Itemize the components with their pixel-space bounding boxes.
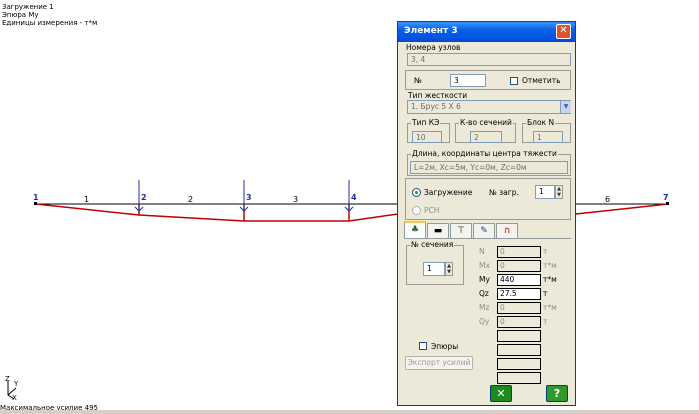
help-button[interactable]: ? (546, 385, 568, 402)
tab-support-icon[interactable]: ⊤ (450, 223, 472, 238)
section-icon: ▬ (433, 226, 443, 236)
ok-button[interactable]: ✕ (490, 385, 512, 402)
block-label: Блок N (526, 118, 556, 127)
element-label: 3 (293, 195, 298, 204)
loading-radio-label: Загружение (424, 188, 473, 197)
mark-label: Отметить (522, 76, 561, 85)
empty-cell (497, 330, 541, 342)
stiffness-label: Тип жесткости (408, 91, 468, 100)
element-label: 1 (84, 195, 89, 204)
axis-z-label: Z (5, 375, 10, 383)
chevron-down-icon[interactable]: ▼ (560, 101, 571, 113)
length-group: Длина, координаты центра тяжести L=2м, X… (407, 149, 571, 176)
fe-type-group: Тип КЭ 10 (407, 118, 450, 143)
mark-checkbox[interactable] (510, 77, 518, 85)
frog-icon: ♣ (410, 225, 420, 235)
force-name: My (479, 275, 490, 284)
sections-count-group: К-во сечений 2 (455, 118, 516, 143)
tab-vector-icon[interactable]: ✎ (473, 223, 495, 238)
loading-radio[interactable] (412, 188, 421, 197)
force-value: 0 (497, 246, 541, 258)
loading-group: Загружение № загр. 1 ▲ ▼ РСН (405, 178, 571, 220)
section-label: № сечения (410, 240, 455, 249)
number-label: № (414, 76, 422, 85)
force-value: 440 (497, 274, 541, 286)
epures-label: Эпюры (431, 342, 459, 351)
section-spinner[interactable]: ▲ ▼ (445, 262, 453, 276)
node-numbers-field: 3, 4 (407, 53, 571, 66)
axis-y-label: Y (13, 380, 19, 388)
node-numbers-label: Номера узлов (405, 43, 462, 52)
dialog-title: Элемент 3 (404, 26, 458, 36)
magnet-icon: ∩ (503, 226, 511, 236)
force-unit: т*м (543, 275, 557, 284)
section-group: № сечения 1 ▲ ▼ (406, 240, 464, 285)
sections-count-field: 2 (470, 131, 502, 143)
node-marker (666, 202, 669, 205)
empty-cell (497, 358, 541, 370)
fe-type-field: 10 (412, 131, 442, 143)
close-button[interactable]: ✕ (556, 24, 571, 39)
epures-checkbox[interactable] (419, 342, 427, 350)
vector-icon: ✎ (480, 226, 488, 236)
fe-type-label: Тип КЭ (411, 118, 441, 127)
node-label: 2 (141, 193, 147, 202)
status-strip (0, 410, 699, 414)
force-value: 0 (497, 260, 541, 272)
force-value: 0 (497, 316, 541, 328)
block-field: 1 (533, 131, 563, 143)
export-button[interactable]: Экспорт усилий (405, 356, 473, 370)
rsn-radio[interactable] (412, 206, 421, 215)
node-label: 7 (663, 193, 669, 202)
tab-separator (404, 238, 571, 239)
force-name: N (479, 247, 485, 256)
axis-triad: Z Y X (5, 375, 19, 402)
force-name: Mz (479, 303, 490, 312)
force-unit: т (543, 289, 548, 298)
empty-cell (497, 344, 541, 356)
force-value: 0 (497, 302, 541, 314)
load-arrows (134, 180, 354, 212)
node-label: 3 (246, 193, 252, 202)
node-marker (34, 202, 37, 205)
model-canvas[interactable]: 1 2 3 4 7 1 2 3 6 Z Y X (0, 0, 699, 414)
load-no-input[interactable]: 1 (535, 185, 555, 199)
tab-frog-icon[interactable]: ♣ (404, 221, 426, 239)
force-name: Qy (479, 317, 490, 326)
dialog-titlebar[interactable]: Элемент 3 ✕ (398, 22, 575, 42)
sections-count-label: К-во сечений (459, 118, 513, 127)
rsn-radio-label: РСН (424, 206, 440, 215)
element-label: 2 (188, 195, 193, 204)
force-unit: т*м (543, 261, 557, 270)
load-no-spinner[interactable]: ▲ ▼ (555, 185, 563, 199)
tab-section-icon[interactable]: ▬ (427, 223, 449, 238)
block-group: Блок N 1 (522, 118, 571, 143)
force-value: 27.5 (497, 288, 541, 300)
support-icon: ⊤ (457, 226, 465, 236)
force-name: Mx (479, 261, 490, 270)
force-unit: т (543, 317, 548, 326)
section-input[interactable]: 1 (423, 262, 445, 276)
length-field: L=2м, Xc=5м, Yc=0м, Zc=0м (410, 161, 568, 174)
element-label: 6 (605, 195, 610, 204)
stiffness-value: 1. Брус 5 X 6 (411, 102, 461, 111)
node-label: 4 (351, 193, 357, 202)
axis-x-label: X (12, 394, 17, 402)
force-unit: т (543, 247, 548, 256)
force-unit: т*м (543, 303, 557, 312)
tab-magnet-icon[interactable]: ∩ (496, 223, 518, 238)
empty-cell (497, 372, 541, 384)
stiffness-select[interactable]: 1. Брус 5 X 6 (407, 100, 571, 114)
number-input[interactable]: 3 (450, 74, 486, 87)
force-name: Qz (479, 289, 489, 298)
load-no-label: № загр. (489, 188, 519, 197)
node-numbers-group: Номера узлов 3, 4 (405, 43, 571, 68)
length-label: Длина, координаты центра тяжести (411, 149, 558, 158)
number-group: № 3 Отметить (405, 70, 571, 90)
moment-diagram-right (575, 203, 669, 215)
element-dialog: Элемент 3 ✕ Номера узлов 3, 4 № 3 Отмети… (397, 21, 576, 406)
node-label: 1 (33, 193, 39, 202)
moment-diagram (35, 203, 399, 222)
